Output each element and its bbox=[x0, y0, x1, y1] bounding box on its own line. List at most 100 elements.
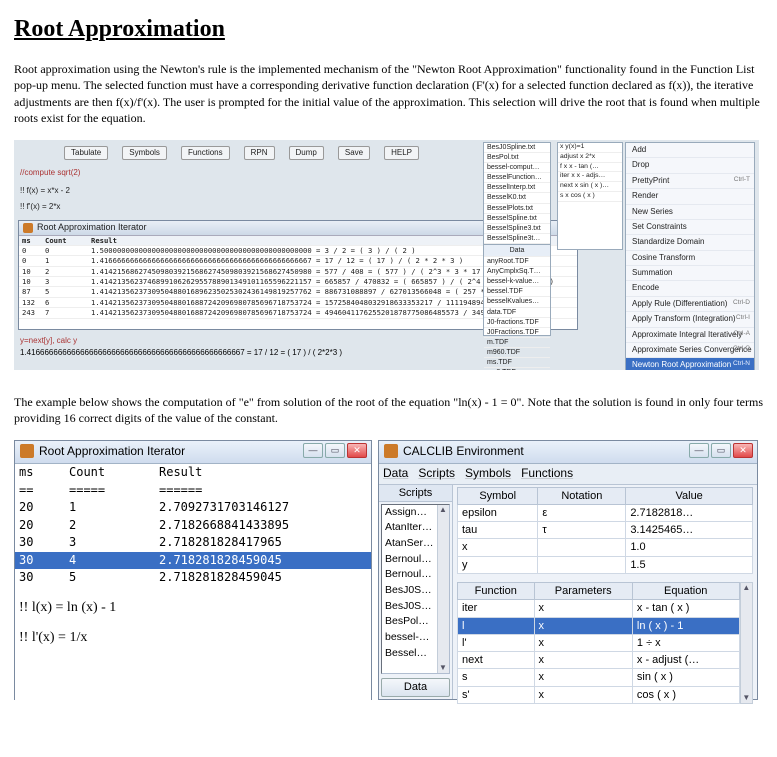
table-row[interactable]: s'xcos ( x ) bbox=[458, 686, 740, 703]
list-item[interactable]: AnyCmplxSq.T… bbox=[484, 267, 550, 277]
code-line-4: y=next[y], calc y bbox=[20, 336, 77, 346]
menu-item-data[interactable]: Data bbox=[383, 466, 408, 482]
close-icon[interactable]: ✕ bbox=[347, 443, 367, 458]
toolbar-button-rpn[interactable]: RPN bbox=[244, 146, 275, 160]
menu-item[interactable]: Render bbox=[626, 189, 754, 204]
code-line-5: 1.41666666666666666666666666666666666666… bbox=[20, 348, 342, 358]
maximize-icon[interactable]: ▭ bbox=[711, 443, 731, 458]
list-item[interactable]: BesPol.txt bbox=[484, 153, 550, 163]
table-row[interactable]: 2022.7182668841433895 bbox=[15, 517, 371, 535]
list-item[interactable]: ms2.TDF bbox=[484, 368, 550, 370]
list-item[interactable]: BesJ0Spline.txt bbox=[484, 143, 550, 153]
toolbar-button-save[interactable]: Save bbox=[338, 146, 370, 160]
table-row[interactable]: nextxx - adjust (… bbox=[458, 652, 740, 669]
menu-item[interactable]: Encode bbox=[626, 281, 754, 296]
list-item[interactable]: m.TDF bbox=[484, 338, 550, 348]
minimize-icon[interactable]: — bbox=[303, 443, 323, 458]
code-line-3: !! f'(x) = 2*x bbox=[20, 202, 60, 212]
column-header[interactable]: Symbol bbox=[458, 487, 538, 504]
list-item[interactable]: s x cos ( x ) bbox=[558, 192, 622, 202]
paragraph-2: The example below shows the computation … bbox=[14, 394, 763, 426]
list-item[interactable]: m960.TDF bbox=[484, 348, 550, 358]
column-header[interactable]: Parameters bbox=[534, 582, 632, 599]
menu-item[interactable]: Summation bbox=[626, 266, 754, 281]
toolbar-button-dump[interactable]: Dump bbox=[289, 146, 324, 160]
table-row[interactable]: sxsin ( x ) bbox=[458, 669, 740, 686]
list-item[interactable]: BesselFunction… bbox=[484, 173, 550, 183]
function-expr-2: !! l'(x) = 1/x bbox=[15, 623, 371, 653]
list-item[interactable]: bessel.TDF bbox=[484, 287, 550, 297]
menu-item-functions[interactable]: Functions bbox=[521, 466, 573, 482]
menu-bar: Data Scripts Symbols Functions bbox=[379, 464, 757, 485]
table-row[interactable]: iterxx - tan ( x ) bbox=[458, 600, 740, 617]
scripts-panel: Scripts Assign…AtanIter…AtanSer…Bernoul…… bbox=[379, 485, 453, 699]
table-row[interactable]: 3042.718281828459045 bbox=[15, 552, 371, 570]
maximize-icon[interactable]: ▭ bbox=[325, 443, 345, 458]
table-row[interactable]: lxln ( x ) - 1 bbox=[458, 617, 740, 634]
column-header[interactable]: Value bbox=[626, 487, 753, 504]
toolbar-button-functions[interactable]: Functions bbox=[181, 146, 230, 160]
list-item[interactable]: besselKvalues… bbox=[484, 297, 550, 307]
table-row[interactable]: tauτ3.1425465… bbox=[458, 522, 753, 539]
list-item[interactable]: x y(x)=1 bbox=[558, 143, 622, 153]
list-item[interactable]: data.TDF bbox=[484, 308, 550, 318]
list-item[interactable]: bessel-comput… bbox=[484, 163, 550, 173]
list-item[interactable]: BesselSpline.txt bbox=[484, 214, 550, 224]
table-row[interactable]: epsilonε2.7182818… bbox=[458, 504, 753, 521]
list-item[interactable]: ms.TDF bbox=[484, 358, 550, 368]
list-item[interactable]: BesselPlots.txt bbox=[484, 204, 550, 214]
function-expr-1: !! l(x) = ln (x) - 1 bbox=[15, 587, 371, 623]
menu-item[interactable]: Approximate Integral IterativelyCtrl-A bbox=[626, 328, 754, 343]
close-icon[interactable]: ✕ bbox=[733, 443, 753, 458]
list-item[interactable]: BesselInterp.txt bbox=[484, 183, 550, 193]
list-item[interactable]: anyRoot.TDF bbox=[484, 257, 550, 267]
menu-item[interactable]: Apply Transform (Integration)Ctrl-I bbox=[626, 312, 754, 327]
menu-item-symbols[interactable]: Symbols bbox=[465, 466, 511, 482]
list-item[interactable]: J0Fractions.TDF bbox=[484, 328, 550, 338]
table-row[interactable]: l'x1 ÷ x bbox=[458, 634, 740, 651]
menu-item[interactable]: Cosine Transform bbox=[626, 251, 754, 266]
table-row[interactable]: 2012.7092731703146127 bbox=[15, 499, 371, 517]
table-row[interactable]: y1.5 bbox=[458, 556, 753, 573]
column-header[interactable]: Notation bbox=[538, 487, 626, 504]
list-item[interactable]: J0-fractions.TDF bbox=[484, 318, 550, 328]
minimize-icon[interactable]: — bbox=[689, 443, 709, 458]
menu-item[interactable]: Approximate Series ConvergenceCtrl-C bbox=[626, 343, 754, 358]
table-row[interactable]: 3052.718281828459045 bbox=[15, 569, 371, 587]
list-item[interactable]: iter x x - adjs… bbox=[558, 172, 622, 182]
table-row[interactable]: 3032.718281828417965 bbox=[15, 534, 371, 552]
function-table[interactable]: FunctionParametersEquationiterxx - tan (… bbox=[457, 582, 740, 704]
toolbar-button-symbols[interactable]: Symbols bbox=[122, 146, 167, 160]
toolbar-button-tabulate[interactable]: Tabulate bbox=[64, 146, 108, 160]
scrollbar[interactable]: ▲▼ bbox=[740, 582, 753, 704]
menu-item[interactable]: PrettyPrintCtrl-T bbox=[626, 174, 754, 189]
menu-item[interactable]: Add bbox=[626, 143, 754, 158]
menu-item[interactable]: Newton Root ApproximationCtrl-N bbox=[626, 358, 754, 370]
list-item[interactable]: f x x - tan (… bbox=[558, 163, 622, 173]
column-header[interactable]: Function bbox=[458, 582, 535, 599]
column-header[interactable]: Equation bbox=[632, 582, 739, 599]
context-menu: AddDropPrettyPrintCtrl-TRenderNew Series… bbox=[625, 142, 755, 370]
menu-item-scripts[interactable]: Scripts bbox=[418, 466, 455, 482]
scrollbar[interactable] bbox=[437, 505, 449, 673]
screenshot-2: Root Approximation Iterator — ▭ ✕ msCoun… bbox=[14, 440, 763, 700]
window-title-text: CALCLIB Environment bbox=[403, 444, 524, 458]
calclib-environment-window: CALCLIB Environment — ▭ ✕ DataScriptsSym… bbox=[378, 440, 758, 700]
menu-item[interactable]: New Series bbox=[626, 205, 754, 220]
menu-item[interactable]: Drop bbox=[626, 158, 754, 173]
list-item[interactable]: next x sin ( x )… bbox=[558, 182, 622, 192]
list-item[interactable]: bessel-k-value… bbox=[484, 277, 550, 287]
list-item[interactable]: adjust x 2*x bbox=[558, 153, 622, 163]
list-item[interactable]: BesselSpline3.txt bbox=[484, 224, 550, 234]
list-item[interactable]: BesselSpline3t… bbox=[484, 234, 550, 244]
data-button[interactable]: Data bbox=[381, 678, 450, 696]
table-row[interactable]: x1.0 bbox=[458, 539, 753, 556]
list-item[interactable]: BesselK0.txt bbox=[484, 193, 550, 203]
symbol-table[interactable]: SymbolNotationValueepsilonε2.7182818…tau… bbox=[457, 487, 753, 574]
menu-item[interactable]: Apply Rule (Differentiation)Ctrl-D bbox=[626, 297, 754, 312]
data-pane: DataanyRoot.TDFAnyCmplxSq.T…bessel-k-val… bbox=[483, 244, 551, 336]
menu-item[interactable]: Set Constraints bbox=[626, 220, 754, 235]
toolbar-button-help[interactable]: HELP bbox=[384, 146, 419, 160]
scripts-list[interactable]: Assign…AtanIter…AtanSer…Bernoul…Bernoul…… bbox=[381, 504, 450, 674]
menu-item[interactable]: Standardize Domain bbox=[626, 235, 754, 250]
